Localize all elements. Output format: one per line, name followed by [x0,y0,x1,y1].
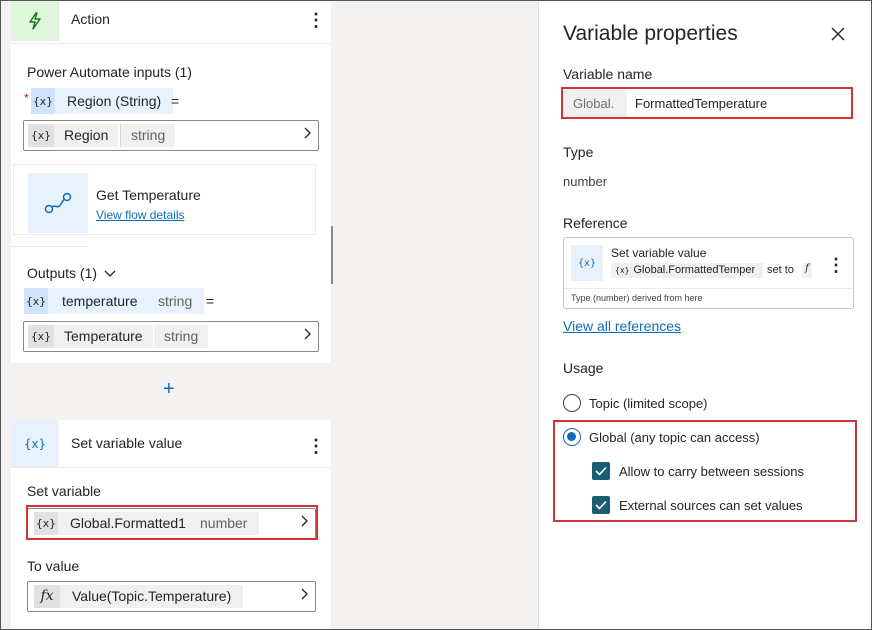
variable-chip-icon: {x} [31,88,55,114]
to-value-field[interactable]: fx Value(Topic.Temperature) [27,581,316,612]
variable-chip-icon: {x} [24,288,48,314]
reference-card[interactable]: {x} Set variable value {x} Global.Formatt… [563,237,854,309]
set-variable-card[interactable]: {x} Set variable value ⋮ Set variable {x… [11,420,331,629]
reference-note: Type (number) derived from here [571,293,703,303]
input-value-name: Region [54,124,119,147]
fx-icon: fx [34,585,60,608]
reference-more-menu-icon[interactable]: ⋮ [827,256,845,274]
set-variable-label: Set variable [27,483,101,499]
to-value-label: To value [27,558,80,574]
required-asterisk: * [24,91,29,105]
flow-name: Get Temperature [96,187,201,203]
global-usage-highlight [553,420,857,522]
reference-var-name: Global.FormattedTemper [633,264,756,276]
panel-title: Variable properties [563,22,738,45]
set-variable-icon-tile: {x} [11,420,59,467]
reference-fx-icon: f [802,263,812,278]
chevron-down-icon [104,270,116,277]
variable-icon: {x} [577,257,597,269]
output-param-type: string [146,288,205,314]
reference-divider [564,288,853,289]
type-label: Type [563,144,594,160]
divider [11,43,331,44]
variable-name-highlight [561,87,853,119]
add-node-button[interactable]: + [163,378,175,401]
divider [11,467,331,468]
view-flow-details-link[interactable]: View flow details [96,208,185,222]
output-value-name: Temperature [54,325,153,348]
variable-properties-panel: Variable properties Variable name Global… [538,1,871,629]
action-icon-tile [11,1,59,41]
usage-label: Usage [563,360,604,376]
outputs-heading[interactable]: Outputs (1) [27,265,116,281]
close-icon[interactable] [831,27,845,44]
view-all-references-link[interactable]: View all references [563,318,681,334]
reference-icon-tile: {x} [571,245,603,281]
set-variable-highlight [26,505,318,540]
usage-topic-label[interactable]: Topic (limited scope) [589,396,708,411]
flow-icon-tile [28,173,88,233]
flow-divider [11,246,89,247]
variable-chip-icon: {x} [28,124,54,147]
variable-chip-icon: {x} [28,325,54,348]
action-title: Action [71,11,110,27]
reference-set-to: set to [767,264,794,276]
lightning-icon [29,12,41,30]
variable-chip-icon: {x} [615,266,630,275]
usage-topic-radio[interactable] [563,394,581,412]
equals-sign: = [206,293,215,309]
flow-row[interactable]: Get Temperature View flow details [13,164,316,235]
chevron-right-icon[interactable] [302,327,312,344]
canvas-scrollbar[interactable] [331,226,333,284]
chevron-right-icon[interactable] [299,587,309,604]
authoring-canvas: Action ⋮ Power Automate inputs (1) * {x}… [1,1,537,629]
inputs-heading: Power Automate inputs (1) [27,64,192,80]
flow-icon [44,192,72,214]
output-value-type: string [154,325,209,348]
type-value: number [563,174,608,189]
temperature-output-field[interactable]: {x} Temperature string [23,321,319,352]
equals-sign: = [171,93,180,109]
reference-label: Reference [563,215,628,231]
chevron-right-icon[interactable] [302,126,312,143]
region-input-field[interactable]: {x} Region string [23,120,319,151]
input-param-label: Region (String) [55,88,174,114]
action-card[interactable]: Action ⋮ Power Automate inputs (1) * {x}… [11,1,331,363]
set-variable-title: Set variable value [71,435,183,451]
variable-name-label: Variable name [563,66,653,82]
to-value-text: Value(Topic.Temperature) [60,585,244,608]
input-value-type: string [120,124,176,147]
reference-title: Set variable value [611,246,707,260]
action-more-menu-icon[interactable]: ⋮ [307,11,325,29]
output-param-name: temperature [48,288,152,314]
variable-icon: {x} [24,436,46,451]
reference-var-chip: {x} Global.FormattedTemper [611,263,763,278]
set-variable-more-menu-icon[interactable]: ⋮ [307,437,325,455]
outputs-heading-text: Outputs (1) [27,265,98,281]
